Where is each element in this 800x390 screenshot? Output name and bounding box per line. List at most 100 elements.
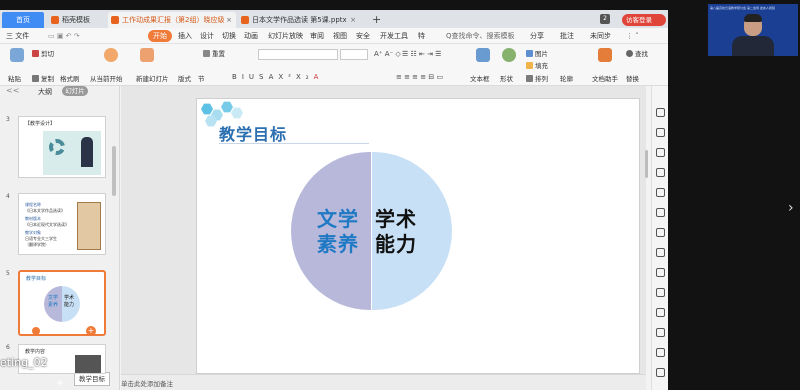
subscript-button[interactable]: X₂ (296, 73, 314, 81)
italic-button[interactable]: I (242, 73, 249, 81)
shape-button[interactable]: 形状 (500, 74, 513, 84)
reset-button[interactable]: 重置 (203, 49, 225, 59)
textbox-button[interactable]: 文本框 (470, 74, 490, 84)
menu-developer[interactable]: 开发工具 (380, 28, 408, 44)
replace-button[interactable]: 替换 (626, 74, 639, 84)
thumbnail-line: 素养 (48, 302, 59, 308)
layout-grid-icon[interactable] (656, 168, 665, 177)
gear-icon (49, 139, 65, 155)
section-button[interactable]: 节 (198, 74, 205, 84)
panel-scrollbar[interactable] (112, 146, 116, 196)
canvas-scrollbar[interactable] (645, 150, 648, 178)
copy-button[interactable]: 复制 (32, 74, 54, 84)
close-tab-icon[interactable]: × (350, 12, 356, 28)
tab-home[interactable]: 首页 (2, 12, 44, 28)
history-icon[interactable] (656, 348, 665, 357)
audio-icon[interactable] (656, 308, 665, 317)
tab-slides[interactable]: 幻灯片 (62, 86, 88, 96)
literature-line-2: 素养 (317, 232, 359, 256)
superscript-button[interactable]: X² (278, 73, 296, 81)
format-painter-button[interactable]: 格式刷 (60, 74, 80, 84)
help-icon[interactable] (656, 368, 665, 377)
image-icon[interactable] (656, 288, 665, 297)
tab-outline[interactable]: 大纲 (38, 87, 52, 97)
new-slide-button[interactable]: 新建幻灯片 (136, 74, 169, 84)
document-assistant-button[interactable]: 文档助手 (592, 74, 618, 84)
menu-design[interactable]: 设计 (200, 28, 214, 44)
transition-icon[interactable] (656, 228, 665, 237)
menu-view[interactable]: 视图 (333, 28, 347, 44)
select-icon[interactable] (656, 108, 665, 117)
table-icon[interactable] (656, 248, 665, 257)
menu-review[interactable]: 审阅 (310, 28, 324, 44)
shape-effect-icon[interactable] (656, 148, 665, 157)
window-count-badge[interactable]: 2 (600, 14, 610, 24)
arrange-button[interactable]: 排列 (526, 74, 548, 84)
font-color-button[interactable]: A (314, 73, 324, 81)
bold-button[interactable]: B (232, 73, 242, 81)
slide-canvas-area: 教学目标 文学 素养 学术 能力 (121, 86, 646, 374)
shadow-button[interactable]: A (269, 73, 279, 81)
animation-icon[interactable] (656, 188, 665, 197)
slide-thumbnail-4[interactable]: 课程名称 《日本文学作品选读》 教材版本 《日本近现代文学选读》 教学对象 日语… (18, 193, 106, 255)
thumbnail-line: 学术 (64, 295, 75, 301)
presenter-video[interactable]: 第八届高校日语教学研讨会 第二会场 发言人视频 (708, 4, 798, 56)
play-slide-icon[interactable] (32, 327, 40, 334)
share-icon[interactable] (656, 328, 665, 337)
menu-transition[interactable]: 切换 (222, 28, 236, 44)
comment-button[interactable]: 批注 (560, 28, 574, 44)
font-size-adjust[interactable]: A⁺ A⁻ ◇ (374, 49, 401, 59)
menu-quick-tools[interactable]: ▭ ▣ ↶ ↷ (48, 28, 80, 44)
find-label: 查找 (635, 50, 648, 58)
slide-thumbnail-5-selected[interactable]: 教学目标 文学 素养 学术 能力 + (18, 270, 106, 336)
shape-icon (502, 48, 516, 62)
menu-start[interactable]: 开始 (148, 30, 172, 42)
chevron-right-icon[interactable]: › (788, 200, 794, 216)
chart-icon[interactable] (656, 208, 665, 217)
paragraph-buttons[interactable]: ☰ ☷ ⇤ ⇥ ☰ (402, 49, 441, 59)
font-size-select[interactable] (340, 49, 368, 60)
picture-label: 图片 (535, 50, 548, 58)
add-slide-icon[interactable]: + (86, 326, 96, 334)
cut-button[interactable]: 剪切 (32, 49, 54, 59)
add-slide-plus-icon[interactable]: + (56, 378, 64, 389)
sync-status[interactable]: 未同步 (590, 28, 611, 44)
academic-ability-text[interactable]: 学术 能力 (375, 207, 417, 257)
literature-literacy-text[interactable]: 文学 素养 (317, 207, 359, 257)
tab-template-store[interactable]: 稻壳模板 (48, 12, 106, 28)
underline-button[interactable]: U (249, 73, 259, 81)
command-search[interactable]: Q查找命令、搜索模板 (446, 28, 515, 44)
outline-button[interactable]: 轮廓 (560, 74, 573, 84)
play-from-current-button[interactable]: 从当前开始 (90, 74, 123, 84)
menu-security[interactable]: 安全 (356, 28, 370, 44)
menu-animation[interactable]: 动画 (244, 28, 258, 44)
more-icon[interactable]: ⋮ ˄ (626, 28, 639, 44)
slide-title[interactable]: 教学目标 (219, 121, 287, 145)
layout-button[interactable]: 版式 (178, 74, 191, 84)
menu-special[interactable]: 特 (418, 28, 425, 44)
menu-slideshow[interactable]: 幻灯片放映 (268, 28, 303, 44)
tab-document-lesson[interactable]: 日本文学作品选读 第5课.pptx × (238, 12, 360, 28)
slide-thumbnail-3[interactable]: 【教学设计】 (18, 116, 106, 178)
current-slide[interactable]: 教学目标 文学 素养 学术 能力 (196, 98, 640, 374)
strikethrough-button[interactable]: S (259, 73, 269, 81)
new-tab-button[interactable]: + (372, 12, 384, 28)
find-button[interactable]: 查找 (626, 49, 648, 59)
notes-bar[interactable]: 单击此处添加备注 (121, 374, 646, 390)
share-button[interactable]: 分享 (530, 28, 544, 44)
guest-login-button[interactable]: 访客登录 (622, 14, 666, 26)
picture-button[interactable]: 图片 (526, 49, 548, 59)
align-buttons[interactable]: ≡ ≡ ≡ ≡ ⊟ ▭ (396, 72, 443, 82)
notes-placeholder[interactable]: 单击此处添加备注 (121, 378, 173, 388)
menu-file[interactable]: 三 文件 (6, 28, 29, 44)
backup-icon[interactable] (656, 268, 665, 277)
fill-button[interactable]: 填充 (526, 61, 548, 71)
tab-document-report[interactable]: 工作动成果汇报（第2组）晓应级 × (108, 12, 236, 28)
close-tab-icon[interactable]: × (226, 12, 232, 28)
font-format-buttons[interactable]: BIUSAX²X₂A (232, 72, 323, 82)
paste-button[interactable]: 粘贴 (8, 74, 21, 84)
menu-insert[interactable]: 插入 (178, 28, 192, 44)
copy-format-icon[interactable] (656, 128, 665, 137)
collapse-panel-icon[interactable]: << (6, 86, 19, 95)
font-name-select[interactable] (258, 49, 338, 60)
